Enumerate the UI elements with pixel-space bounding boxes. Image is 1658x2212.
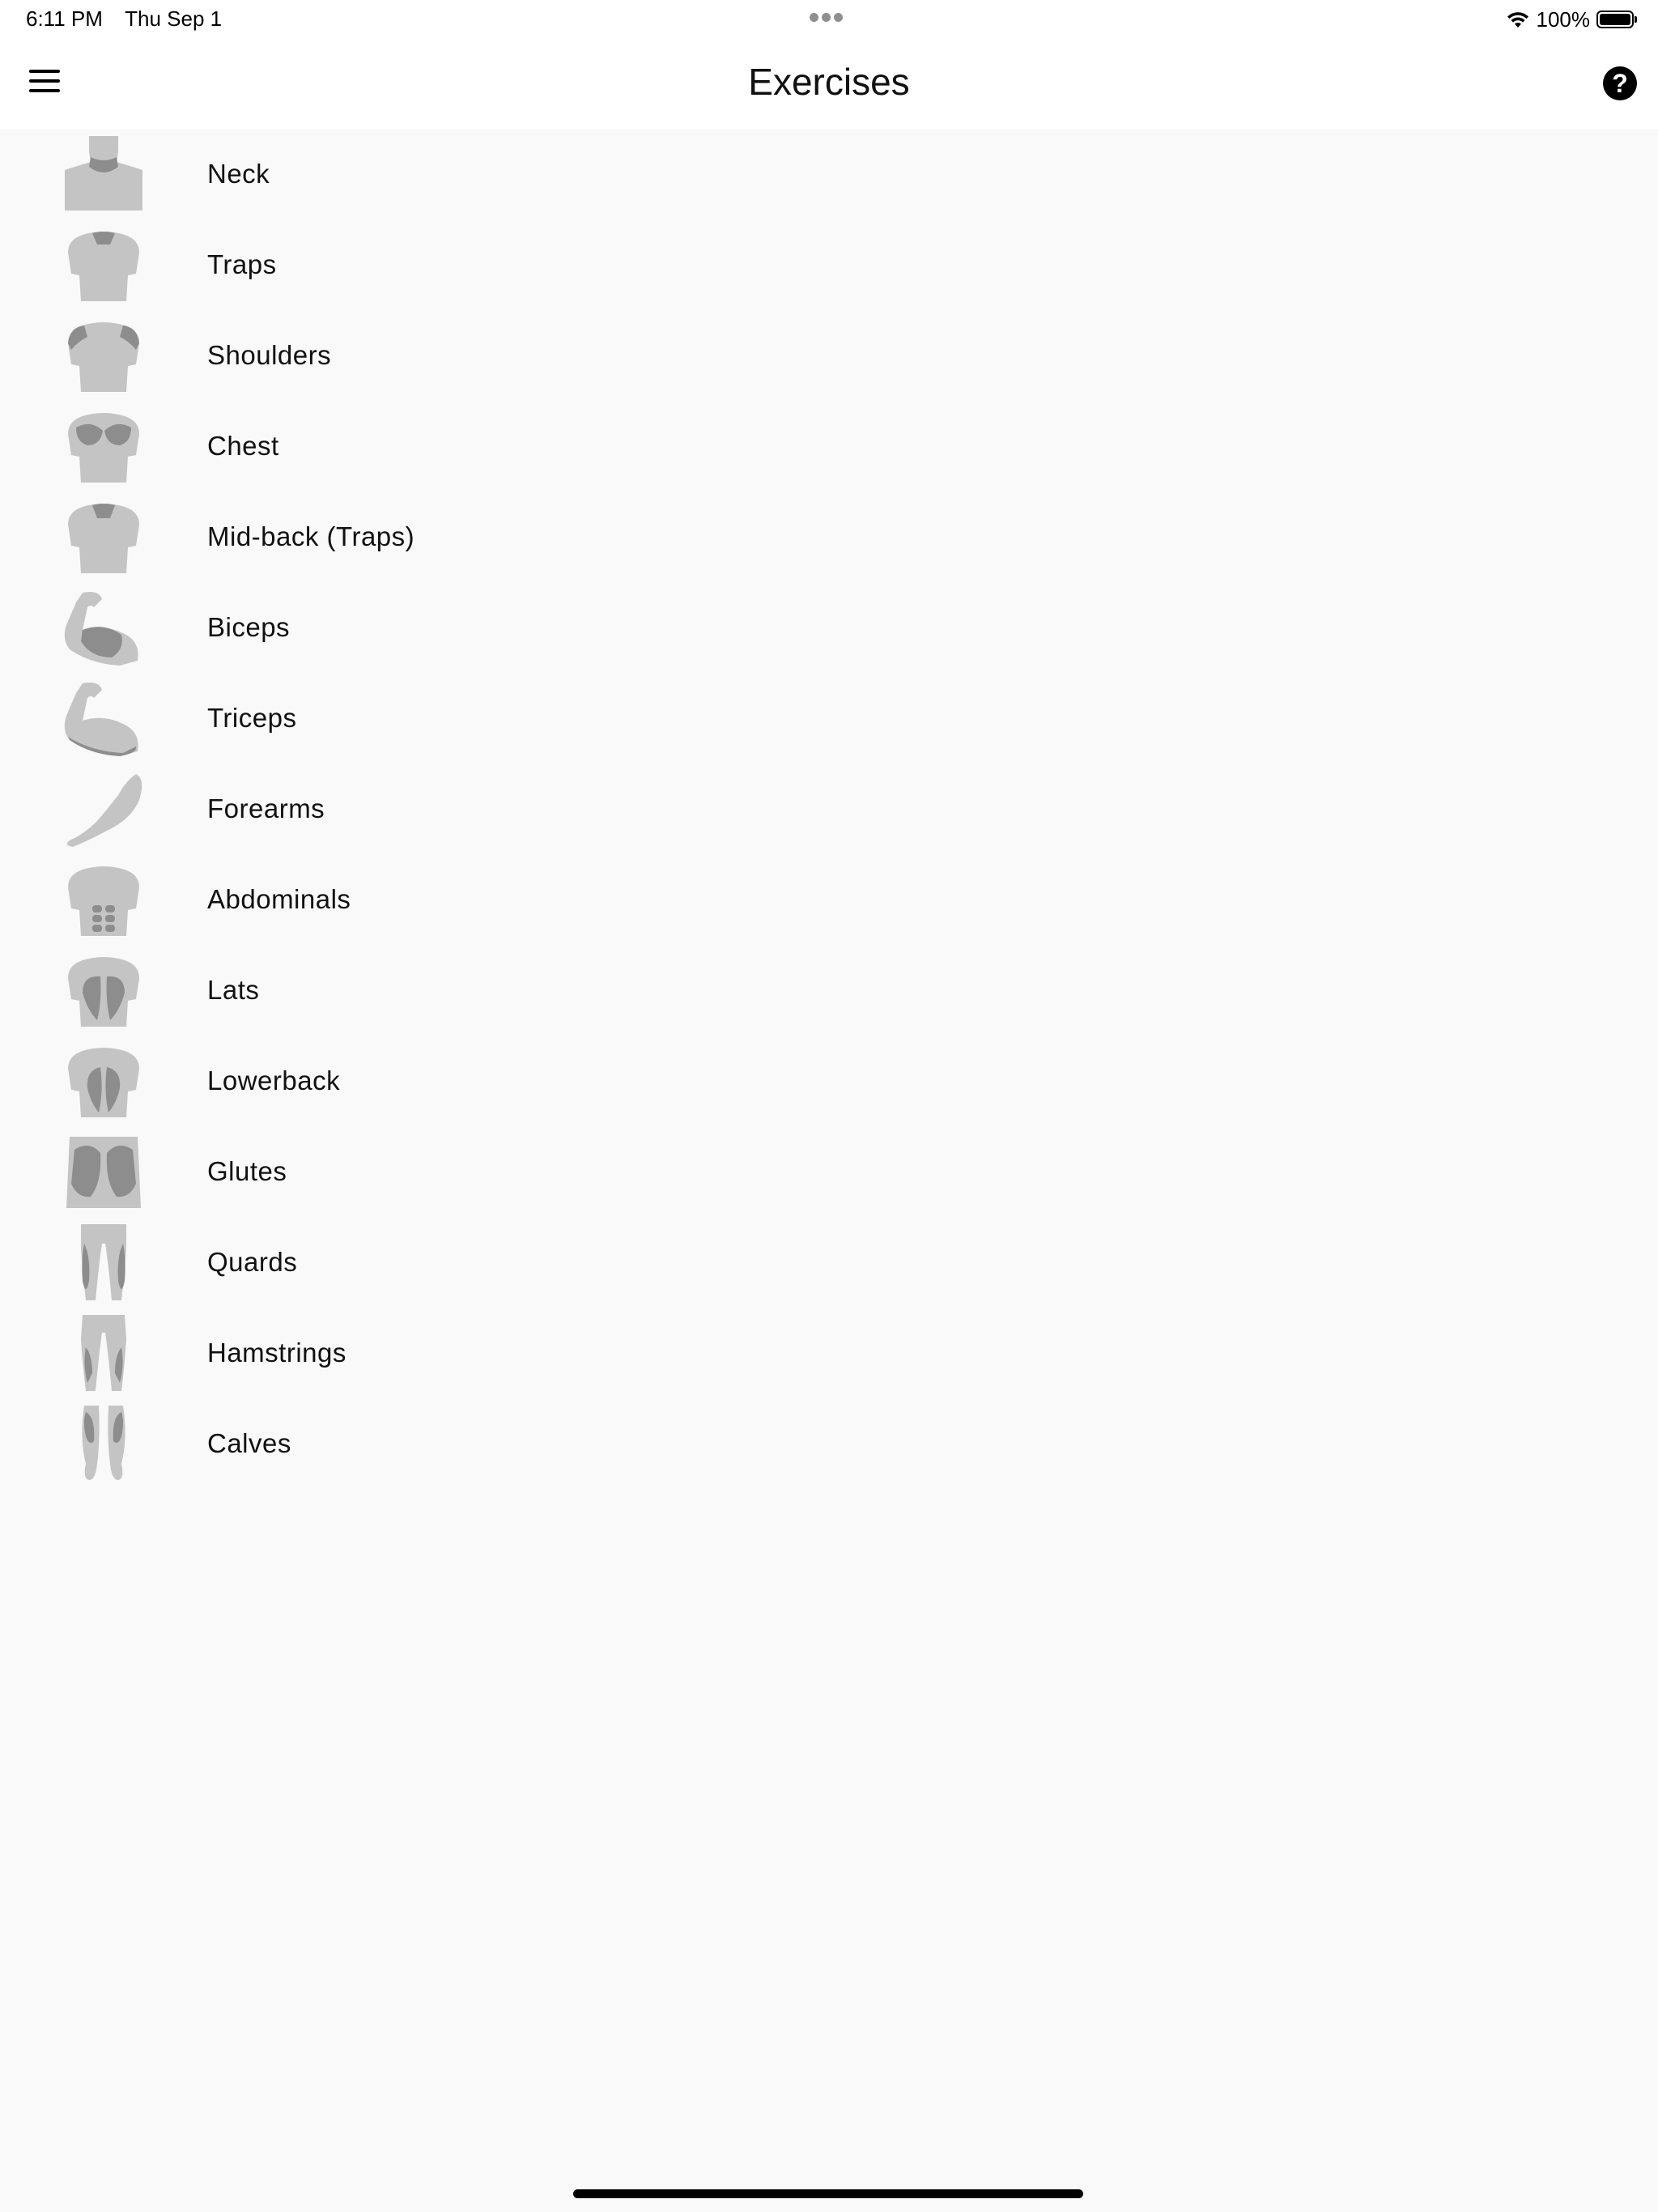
status-date: Thu Sep 1 xyxy=(125,6,223,31)
quads-icon xyxy=(58,1224,149,1302)
list-item[interactable]: Biceps xyxy=(0,583,1658,674)
page-title: Exercises xyxy=(748,61,910,103)
list-item-label: Glutes xyxy=(207,1156,287,1186)
neck-icon xyxy=(58,136,149,214)
list-item[interactable]: Glutes xyxy=(0,1127,1658,1218)
list-item[interactable]: Lowerback xyxy=(0,1036,1658,1127)
list-item-label: Quards xyxy=(207,1247,298,1277)
list-item-label: Abdominals xyxy=(207,884,351,914)
list-item-label: Shoulders xyxy=(207,340,332,370)
glutes-icon xyxy=(58,1134,149,1211)
list-item-label: Biceps xyxy=(207,612,291,642)
list-item-label: Hamstrings xyxy=(207,1338,346,1368)
navigation-bar: Exercises ? xyxy=(0,40,1658,130)
status-indicators: 100% xyxy=(1506,5,1637,34)
shoulders-icon xyxy=(58,317,149,395)
multitasking-dots-icon[interactable] xyxy=(810,11,848,28)
wifi-icon xyxy=(1507,12,1528,28)
traps-icon xyxy=(58,227,149,304)
list-item[interactable]: Calves xyxy=(0,1399,1658,1490)
list-item[interactable]: Lats xyxy=(0,946,1658,1036)
battery-fill xyxy=(1600,14,1630,25)
list-item-label: Mid-back (Traps) xyxy=(207,521,415,551)
hamstrings-icon xyxy=(58,1315,149,1393)
list-item-label: Neck xyxy=(207,159,270,189)
home-indicator[interactable] xyxy=(573,2189,1083,2198)
lats-icon xyxy=(58,952,149,1030)
forearms-icon xyxy=(58,771,149,849)
status-time: 6:11 PM xyxy=(26,6,103,31)
battery-icon xyxy=(1596,11,1637,28)
list-item[interactable]: Hamstrings xyxy=(0,1308,1658,1399)
list-item-label: Lowerback xyxy=(207,1066,341,1095)
list-item-label: Calves xyxy=(207,1428,291,1458)
list-item[interactable]: Triceps xyxy=(0,674,1658,764)
mid-back-icon xyxy=(58,499,149,576)
list-item[interactable]: Neck xyxy=(0,130,1658,220)
list-item[interactable]: Quards xyxy=(0,1218,1658,1308)
status-time-date: 6:11 PM Thu Sep 1 xyxy=(26,6,222,32)
list-item[interactable]: Chest xyxy=(0,402,1658,492)
list-item-label: Chest xyxy=(207,431,279,461)
lowerback-icon xyxy=(58,1043,149,1121)
abdominals-icon xyxy=(58,861,149,939)
list-item-label: Triceps xyxy=(207,703,297,733)
battery-percent: 100% xyxy=(1536,6,1591,32)
calves-icon xyxy=(58,1406,149,1483)
list-item[interactable]: Traps xyxy=(0,220,1658,311)
chest-icon xyxy=(58,408,149,486)
list-item-label: Lats xyxy=(207,975,260,1005)
question-mark-icon[interactable]: ? xyxy=(1603,66,1637,100)
list-item-label: Forearms xyxy=(207,793,325,823)
triceps-icon xyxy=(58,680,149,758)
list-item-label: Traps xyxy=(207,249,277,279)
list-item[interactable]: Mid-back (Traps) xyxy=(0,492,1658,583)
list-item[interactable]: Abdominals xyxy=(0,855,1658,946)
biceps-icon xyxy=(58,589,149,667)
status-bar: 6:11 PM Thu Sep 1 100% xyxy=(0,0,1658,40)
list-item[interactable]: Forearms xyxy=(0,764,1658,855)
muscle-group-list: Neck Traps Shoulders Chest Mid-back (Traps) B… xyxy=(0,130,1658,1490)
list-item[interactable]: Shoulders xyxy=(0,311,1658,402)
